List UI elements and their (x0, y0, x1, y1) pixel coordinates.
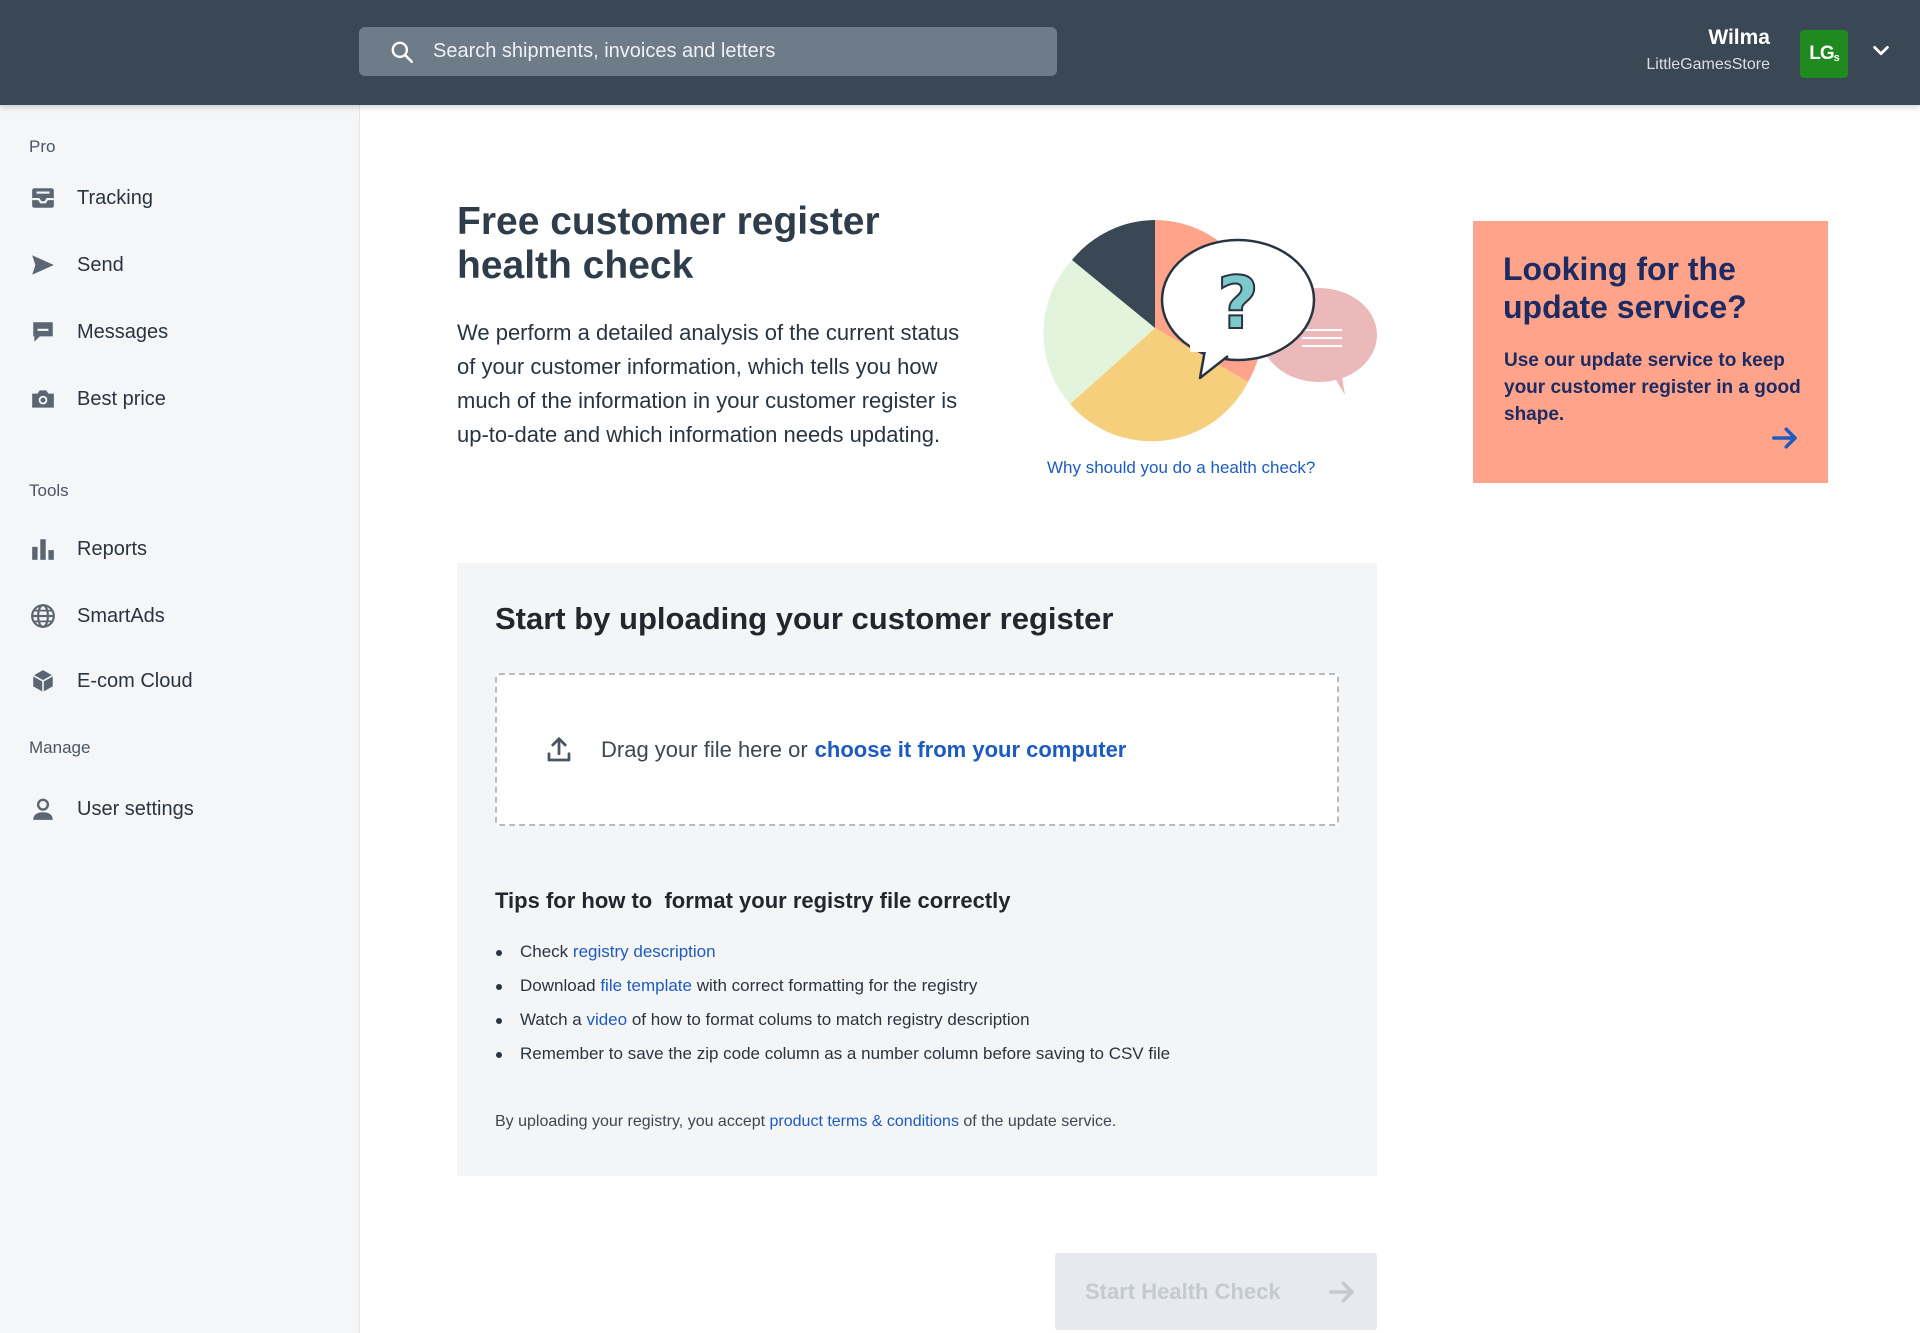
terms-link[interactable]: product terms & conditions (770, 1113, 959, 1130)
sidebar-item-best-price[interactable]: Best price (0, 372, 359, 426)
page-title: Free customer register health check (457, 200, 880, 287)
sidebar-item-send[interactable]: Send (0, 238, 359, 292)
sidebar-item-reports[interactable]: Reports (0, 522, 359, 576)
user-info[interactable]: Wilma LittleGamesStore (1646, 26, 1770, 74)
user-icon (29, 795, 57, 823)
arrow-right-icon[interactable] (1770, 423, 1800, 453)
cube-icon (29, 667, 57, 695)
list-item: Download file template with correct form… (495, 975, 1170, 1009)
sidebar-item-label: SmartAds (77, 604, 165, 627)
upload-title: Start by uploading your customer registe… (495, 601, 1114, 636)
avatar-initials: LG (1809, 43, 1834, 64)
section-label-manage: Manage (29, 738, 91, 757)
start-health-check-label: Start Health Check (1085, 1278, 1281, 1304)
sidebar-item-smartads[interactable]: SmartAds (0, 589, 359, 643)
list-item: Check registry description (495, 941, 1170, 975)
registry-description-link[interactable]: registry description (573, 942, 716, 961)
dropzone-text: Drag your file here or (601, 736, 808, 762)
sidebar-item-label: Messages (77, 320, 169, 343)
avatar[interactable]: LG s (1800, 30, 1848, 78)
upload-card: Start by uploading your customer registe… (457, 563, 1377, 1176)
arrow-right-icon (1329, 1281, 1354, 1303)
svg-text:?: ? (1217, 261, 1259, 345)
sidebar-item-label: Tracking (77, 186, 153, 209)
tips-title: Tips for how to format your registry fil… (495, 888, 1011, 913)
company-name: LittleGamesStore (1646, 56, 1770, 73)
paper-plane-icon (29, 251, 57, 279)
list-item: Watch a video of how to format colums to… (495, 1009, 1170, 1043)
why-health-check-link[interactable]: Why should you do a health check? (1047, 458, 1315, 478)
sidebar-item-user-settings[interactable]: User settings (0, 782, 359, 836)
update-service-promo[interactable]: Looking for the update service? Use our … (1473, 221, 1828, 483)
upload-icon (547, 736, 571, 761)
sidebar-item-label: Reports (77, 537, 148, 560)
search-input[interactable] (433, 27, 1057, 76)
sidebar-item-label: Best price (77, 387, 166, 410)
camera-icon (29, 385, 57, 413)
tips-list: Check registry description Download file… (495, 941, 1170, 1077)
inbox-tray-icon (29, 184, 57, 212)
health-check-illustration: ? (1043, 220, 1377, 442)
sidebar: Pro Tracking Send Messages Best price To… (0, 105, 360, 1333)
section-label-pro: Pro (29, 137, 56, 156)
avatar-suffix: s (1833, 52, 1840, 64)
bar-chart-icon (29, 535, 57, 563)
top-bar: Wilma LittleGamesStore LGs (0, 0, 1920, 105)
sidebar-item-ecom-cloud[interactable]: E-com Cloud (0, 654, 359, 708)
hero-description: We perform a detailed analysis of the cu… (457, 320, 960, 447)
promo-title: Looking for the update service? (1503, 251, 1747, 325)
file-dropzone[interactable]: Drag your file here or choose it from yo… (495, 673, 1339, 826)
sidebar-item-messages[interactable]: Messages (0, 305, 359, 359)
search-icon (391, 41, 414, 63)
chat-bubble-icon (29, 318, 57, 346)
terms-notice: By uploading your registry, you accept p… (495, 1113, 1117, 1130)
sidebar-item-label: Send (77, 253, 124, 276)
start-health-check-button[interactable]: Start Health Check (1055, 1253, 1377, 1330)
sidebar-item-label: E-com Cloud (77, 669, 193, 692)
globe-icon (29, 602, 57, 630)
sidebar-item-label: User settings (77, 797, 194, 820)
video-link[interactable]: video (586, 1010, 627, 1029)
list-item: Remember to save the zip code column as … (495, 1043, 1170, 1077)
section-label-tools: Tools (29, 481, 69, 500)
choose-file-link[interactable]: choose it from your computer (815, 737, 1127, 763)
sidebar-item-tracking[interactable]: Tracking (0, 171, 359, 225)
user-name: Wilma (1708, 26, 1770, 49)
search-bar[interactable] (359, 27, 1057, 76)
file-template-link[interactable]: file template (600, 976, 692, 995)
promo-text: Use our update service to keep your cust… (1504, 350, 1801, 425)
chevron-down-icon[interactable] (1870, 40, 1892, 62)
